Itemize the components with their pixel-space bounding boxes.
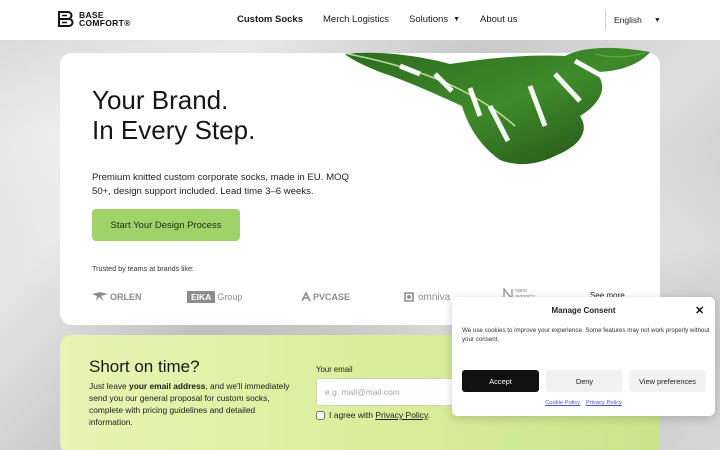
short-desc-pre: Just leave [89, 381, 130, 391]
close-icon[interactable]: ✕ [695, 304, 704, 317]
consent-dialog: Manage Consent ✕ We use cookies to impro… [452, 297, 715, 416]
chevron-down-icon: ▼ [653, 16, 661, 24]
nav-solutions-label: Solutions [409, 14, 449, 25]
privacy-policy-link[interactable]: Privacy Policy [375, 410, 427, 420]
brand-logo-eika: EIKA Group [187, 289, 242, 305]
consent-links: Cookie Policy Privacy Policy [452, 400, 715, 406]
consent-text: We use cookies to improve your experienc… [462, 327, 710, 343]
nav-about-us[interactable]: About us [480, 14, 518, 25]
privacy-agreement: I agree with Privacy Policy. [316, 410, 430, 420]
short-on-time-description: Just leave your email address, and we'll… [89, 380, 301, 428]
view-preferences-button[interactable]: View preferences [629, 370, 706, 392]
agree-suffix: . [427, 410, 430, 420]
brand-eika-box: EIKA [187, 291, 216, 303]
brand-logo-pvcase: PVCASE [301, 289, 350, 305]
logo-text: BASE COMFORT® [79, 10, 131, 28]
site-header: BASE COMFORT® Custom Socks Merch Logisti… [0, 0, 720, 40]
chevron-down-icon: ▼ [453, 16, 461, 23]
brand-logo-omniva: omniva [403, 289, 450, 305]
pvcase-mark-icon [301, 292, 311, 302]
logo[interactable]: BASE COMFORT® [56, 10, 131, 28]
hero-title: Your Brand. In Every Step. [92, 85, 256, 145]
email-label: Your email [316, 365, 353, 374]
accept-button[interactable]: Accept [462, 370, 539, 392]
orlen-eagle-icon [92, 292, 108, 301]
consent-title: Manage Consent [551, 306, 616, 315]
nav-solutions[interactable]: Solutions ▼ [409, 14, 460, 25]
agree-text: I agree with Privacy Policy. [329, 410, 430, 420]
language-selector[interactable]: English ▼ [605, 10, 661, 30]
hero-description: Premium knitted custom corporate socks, … [92, 172, 349, 197]
consent-privacy-policy-link[interactable]: Privacy Policy [586, 400, 622, 406]
brand-logo-orlen: ORLEN [92, 289, 142, 305]
nav-custom-socks[interactable]: Custom Socks [237, 14, 303, 25]
brand-omniva-text: omniva [418, 291, 451, 303]
brand-pvcase-text: PVCASE [313, 292, 351, 302]
short-on-time-title: Short on time? [89, 357, 200, 376]
logo-mark-icon [58, 11, 74, 27]
privacy-checkbox[interactable] [316, 410, 325, 420]
hero-card: Your Brand. In Every Step. Premium knitt… [60, 53, 660, 325]
agree-prefix: I agree with [329, 410, 376, 420]
short-desc-bold: your email address [129, 381, 206, 391]
trusted-label: Trusted by teams at brands like: [92, 264, 195, 273]
brand-orlen-text: ORLEN [110, 292, 142, 302]
omniva-mark-icon [404, 292, 414, 302]
main-nav: Custom Socks Merch Logistics Solutions ▼ … [237, 14, 518, 25]
nav-merch-logistics[interactable]: Merch Logistics [323, 14, 389, 25]
brand-eika-group: Group [217, 292, 243, 302]
start-design-button[interactable]: Start Your Design Process [92, 209, 240, 241]
deny-button[interactable]: Deny [546, 370, 623, 392]
email-input[interactable] [316, 378, 456, 406]
language-label: English [614, 15, 642, 25]
logo-line-2: COMFORT® [79, 18, 131, 28]
cookie-policy-link[interactable]: Cookie Policy [545, 400, 580, 406]
